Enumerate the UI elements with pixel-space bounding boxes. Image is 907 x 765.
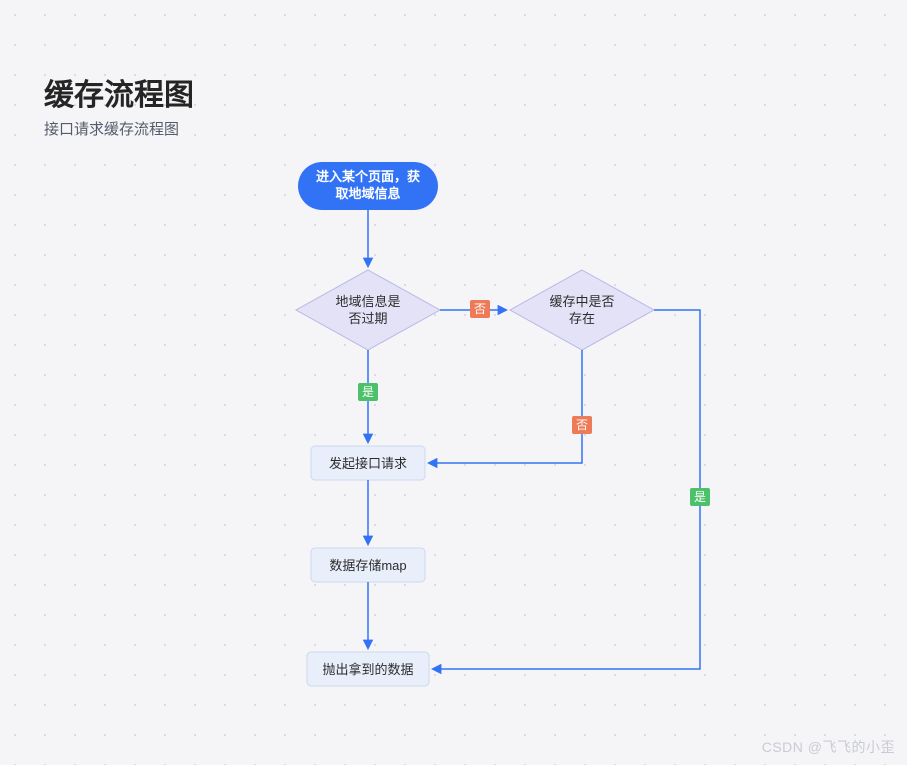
svg-text:否过期: 否过期 xyxy=(348,311,387,326)
svg-text:抛出拿到的数据: 抛出拿到的数据 xyxy=(322,662,413,677)
flowchart-canvas: 进入某个页面，获 取地域信息 地域信息是 否过期 否 缓存中是否 存在 是 发起… xyxy=(0,0,907,765)
svg-text:取地域信息: 取地域信息 xyxy=(335,186,400,201)
edge-decision2-no xyxy=(429,350,582,463)
edge-label-yes-1: 是 xyxy=(358,383,378,401)
svg-text:是: 是 xyxy=(694,490,706,504)
svg-text:发起接口请求: 发起接口请求 xyxy=(329,456,407,471)
edge-label-yes-2: 是 xyxy=(690,488,710,506)
node-decision-cache-exists: 缓存中是否 存在 xyxy=(510,270,654,350)
edge-label-no-2: 否 xyxy=(572,416,592,434)
svg-text:存在: 存在 xyxy=(569,311,595,326)
svg-text:进入某个页面，获: 进入某个页面，获 xyxy=(316,169,420,184)
node-start: 进入某个页面，获 取地域信息 xyxy=(298,162,438,210)
edge-label-no-1: 否 xyxy=(470,300,490,318)
svg-text:是: 是 xyxy=(362,385,374,399)
watermark: CSDN @飞飞的小歪 xyxy=(762,737,895,757)
svg-text:缓存中是否: 缓存中是否 xyxy=(549,294,614,309)
svg-text:否: 否 xyxy=(474,302,486,316)
svg-text:地域信息是: 地域信息是 xyxy=(335,294,400,309)
svg-text:数据存储map: 数据存储map xyxy=(329,558,406,573)
node-decision-region-expired: 地域信息是 否过期 xyxy=(296,270,440,350)
edge-decision2-yes xyxy=(433,310,700,669)
node-process-api-request: 发起接口请求 xyxy=(311,446,425,480)
node-process-store-map: 数据存储map xyxy=(311,548,425,582)
svg-text:否: 否 xyxy=(576,418,588,432)
node-process-emit-data: 抛出拿到的数据 xyxy=(307,652,429,686)
